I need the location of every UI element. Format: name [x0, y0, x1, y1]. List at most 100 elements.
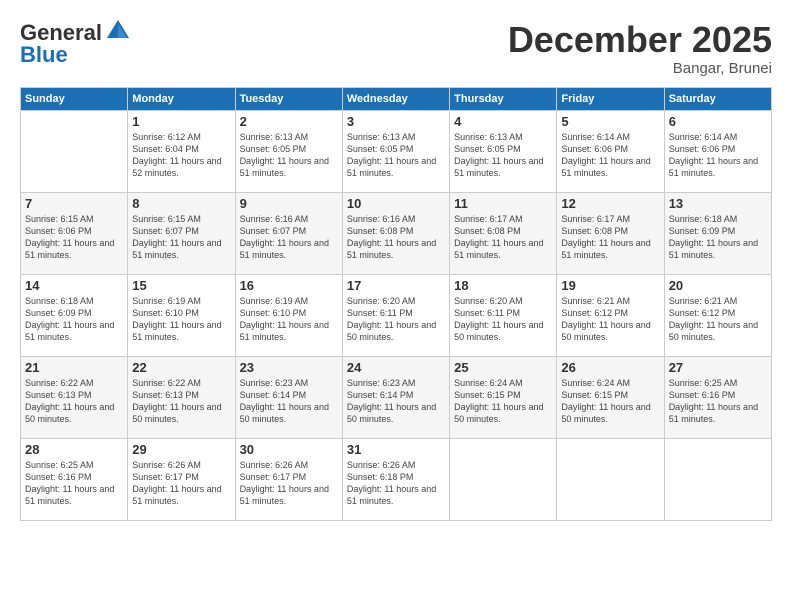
- day-info: Sunrise: 6:22 AMSunset: 6:13 PMDaylight:…: [132, 377, 230, 426]
- day-info: Sunrise: 6:19 AMSunset: 6:10 PMDaylight:…: [132, 295, 230, 344]
- calendar-cell: 10Sunrise: 6:16 AMSunset: 6:08 PMDayligh…: [342, 192, 449, 274]
- day-number: 8: [132, 196, 230, 211]
- calendar-cell: 4 Sunrise: 6:13 AMSunset: 6:05 PMDaylight…: [450, 110, 557, 192]
- weekday-header: Monday: [128, 87, 235, 110]
- day-info: Sunrise: 6:14 AMSunset: 6:06 PMDaylight:…: [561, 131, 659, 180]
- day-info: Sunrise: 6:25 AMSunset: 6:16 PMDaylight:…: [25, 459, 123, 508]
- day-info: Sunrise: 6:19 AMSunset: 6:10 PMDaylight:…: [240, 295, 338, 344]
- day-info: Sunrise: 6:16 AMSunset: 6:08 PMDaylight:…: [347, 213, 445, 262]
- calendar-cell: 26 Sunrise: 6:24 AMSunset: 6:15 PMDayligh…: [557, 356, 664, 438]
- calendar-cell: 17Sunrise: 6:20 AMSunset: 6:11 PMDayligh…: [342, 274, 449, 356]
- calendar-cell: [21, 110, 128, 192]
- day-info: Sunrise: 6:23 AMSunset: 6:14 PMDaylight:…: [347, 377, 445, 426]
- header: General Blue December 2025 Bangar, Brune…: [20, 20, 772, 77]
- day-number: 30: [240, 442, 338, 457]
- day-info: Sunrise: 6:21 AMSunset: 6:12 PMDaylight:…: [561, 295, 659, 344]
- day-number: 13: [669, 196, 767, 211]
- day-info: Sunrise: 6:15 AMSunset: 6:06 PMDaylight:…: [25, 213, 123, 262]
- day-number: 16: [240, 278, 338, 293]
- title-area: December 2025 Bangar, Brunei: [508, 20, 772, 77]
- day-number: 2: [240, 114, 338, 129]
- calendar-cell: 20 Sunrise: 6:21 AMSunset: 6:12 PMDayligh…: [664, 274, 771, 356]
- logo: General Blue: [20, 20, 131, 68]
- day-number: 7: [25, 196, 123, 211]
- day-info: Sunrise: 6:26 AMSunset: 6:17 PMDaylight:…: [132, 459, 230, 508]
- day-number: 11: [454, 196, 552, 211]
- day-number: 20: [669, 278, 767, 293]
- weekday-header: Friday: [557, 87, 664, 110]
- day-number: 31: [347, 442, 445, 457]
- calendar-cell: [557, 438, 664, 520]
- day-info: Sunrise: 6:17 AMSunset: 6:08 PMDaylight:…: [561, 213, 659, 262]
- calendar-cell: 30Sunrise: 6:26 AMSunset: 6:17 PMDayligh…: [235, 438, 342, 520]
- calendar-cell: 15 Sunrise: 6:19 AMSunset: 6:10 PMDayligh…: [128, 274, 235, 356]
- day-info: Sunrise: 6:18 AMSunset: 6:09 PMDaylight:…: [25, 295, 123, 344]
- calendar-cell: 11 Sunrise: 6:17 AMSunset: 6:08 PMDayligh…: [450, 192, 557, 274]
- day-number: 26: [561, 360, 659, 375]
- day-number: 24: [347, 360, 445, 375]
- calendar-cell: 12 Sunrise: 6:17 AMSunset: 6:08 PMDayligh…: [557, 192, 664, 274]
- day-number: 6: [669, 114, 767, 129]
- day-number: 27: [669, 360, 767, 375]
- day-number: 21: [25, 360, 123, 375]
- day-info: Sunrise: 6:16 AMSunset: 6:07 PMDaylight:…: [240, 213, 338, 262]
- calendar-cell: 3Sunrise: 6:13 AMSunset: 6:05 PMDaylight…: [342, 110, 449, 192]
- calendar-week-row: 7 Sunrise: 6:15 AMSunset: 6:06 PMDaylight…: [21, 192, 772, 274]
- weekday-header: Thursday: [450, 87, 557, 110]
- calendar-cell: 5Sunrise: 6:14 AMSunset: 6:06 PMDaylight…: [557, 110, 664, 192]
- calendar-cell: 8 Sunrise: 6:15 AMSunset: 6:07 PMDaylight…: [128, 192, 235, 274]
- calendar-cell: 14 Sunrise: 6:18 AMSunset: 6:09 PMDayligh…: [21, 274, 128, 356]
- month-title: December 2025: [508, 20, 772, 60]
- calendar-cell: 7 Sunrise: 6:15 AMSunset: 6:06 PMDaylight…: [21, 192, 128, 274]
- day-info: Sunrise: 6:20 AMSunset: 6:11 PMDaylight:…: [454, 295, 552, 344]
- calendar-cell: 1Sunrise: 6:12 AMSunset: 6:04 PMDaylight…: [128, 110, 235, 192]
- calendar-cell: 21 Sunrise: 6:22 AMSunset: 6:13 PMDayligh…: [21, 356, 128, 438]
- page: General Blue December 2025 Bangar, Brune…: [0, 0, 792, 612]
- calendar-table: SundayMondayTuesdayWednesdayThursdayFrid…: [20, 87, 772, 521]
- calendar-cell: 31Sunrise: 6:26 AMSunset: 6:18 PMDayligh…: [342, 438, 449, 520]
- calendar-header-row: SundayMondayTuesdayWednesdayThursdayFrid…: [21, 87, 772, 110]
- calendar-cell: 24 Sunrise: 6:23 AMSunset: 6:14 PMDayligh…: [342, 356, 449, 438]
- day-info: Sunrise: 6:13 AMSunset: 6:05 PMDaylight:…: [454, 131, 552, 180]
- day-info: Sunrise: 6:18 AMSunset: 6:09 PMDaylight:…: [669, 213, 767, 262]
- calendar-cell: 25 Sunrise: 6:24 AMSunset: 6:15 PMDayligh…: [450, 356, 557, 438]
- day-info: Sunrise: 6:17 AMSunset: 6:08 PMDaylight:…: [454, 213, 552, 262]
- calendar-week-row: 28 Sunrise: 6:25 AMSunset: 6:16 PMDayligh…: [21, 438, 772, 520]
- day-number: 25: [454, 360, 552, 375]
- day-info: Sunrise: 6:13 AMSunset: 6:05 PMDaylight:…: [240, 131, 338, 180]
- day-info: Sunrise: 6:24 AMSunset: 6:15 PMDaylight:…: [561, 377, 659, 426]
- calendar-cell: 28 Sunrise: 6:25 AMSunset: 6:16 PMDayligh…: [21, 438, 128, 520]
- day-number: 18: [454, 278, 552, 293]
- day-info: Sunrise: 6:25 AMSunset: 6:16 PMDaylight:…: [669, 377, 767, 426]
- day-info: Sunrise: 6:14 AMSunset: 6:06 PMDaylight:…: [669, 131, 767, 180]
- day-number: 28: [25, 442, 123, 457]
- day-number: 15: [132, 278, 230, 293]
- logo-icon: [105, 18, 131, 44]
- day-info: Sunrise: 6:24 AMSunset: 6:15 PMDaylight:…: [454, 377, 552, 426]
- day-number: 14: [25, 278, 123, 293]
- weekday-header: Wednesday: [342, 87, 449, 110]
- day-number: 12: [561, 196, 659, 211]
- calendar-cell: 13 Sunrise: 6:18 AMSunset: 6:09 PMDayligh…: [664, 192, 771, 274]
- day-number: 3: [347, 114, 445, 129]
- calendar-cell: 27 Sunrise: 6:25 AMSunset: 6:16 PMDayligh…: [664, 356, 771, 438]
- weekday-header: Saturday: [664, 87, 771, 110]
- logo-text: General Blue: [20, 20, 131, 68]
- calendar-cell: 2 Sunrise: 6:13 AMSunset: 6:05 PMDaylight…: [235, 110, 342, 192]
- day-info: Sunrise: 6:15 AMSunset: 6:07 PMDaylight:…: [132, 213, 230, 262]
- day-info: Sunrise: 6:12 AMSunset: 6:04 PMDaylight:…: [132, 131, 230, 180]
- calendar-cell: 29Sunrise: 6:26 AMSunset: 6:17 PMDayligh…: [128, 438, 235, 520]
- day-number: 17: [347, 278, 445, 293]
- day-info: Sunrise: 6:21 AMSunset: 6:12 PMDaylight:…: [669, 295, 767, 344]
- day-number: 4: [454, 114, 552, 129]
- day-number: 19: [561, 278, 659, 293]
- location: Bangar, Brunei: [508, 60, 772, 77]
- day-info: Sunrise: 6:23 AMSunset: 6:14 PMDaylight:…: [240, 377, 338, 426]
- calendar-week-row: 14 Sunrise: 6:18 AMSunset: 6:09 PMDayligh…: [21, 274, 772, 356]
- calendar-cell: 9Sunrise: 6:16 AMSunset: 6:07 PMDaylight…: [235, 192, 342, 274]
- day-number: 23: [240, 360, 338, 375]
- calendar-cell: 6 Sunrise: 6:14 AMSunset: 6:06 PMDaylight…: [664, 110, 771, 192]
- calendar-cell: [664, 438, 771, 520]
- weekday-header: Sunday: [21, 87, 128, 110]
- day-info: Sunrise: 6:22 AMSunset: 6:13 PMDaylight:…: [25, 377, 123, 426]
